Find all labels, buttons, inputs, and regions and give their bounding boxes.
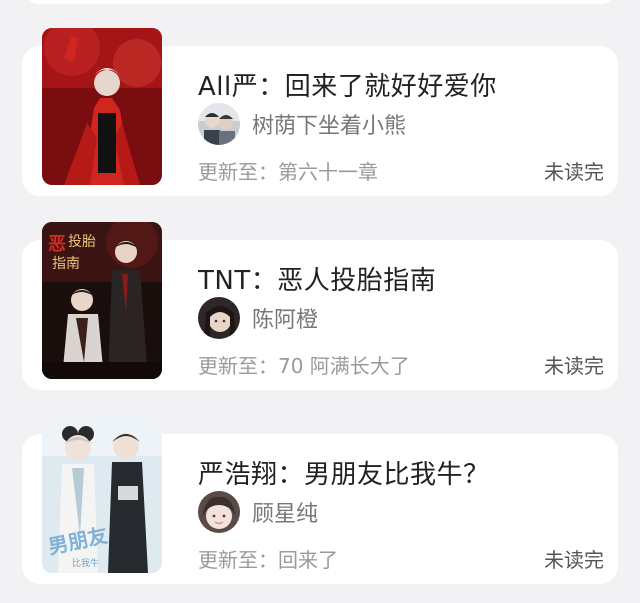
latest-chapter: 更新至：回来了 bbox=[198, 548, 338, 572]
previous-card-edge bbox=[22, 0, 618, 4]
svg-text:投胎: 投胎 bbox=[68, 234, 96, 250]
read-status: 未读完 bbox=[544, 160, 604, 184]
latest-chapter: 更新至：70 阿满长大了 bbox=[198, 354, 410, 378]
book-title[interactable]: All严：回来了就好好爱你 bbox=[198, 66, 497, 103]
book-card[interactable]: 恶 投胎 指南 TNT：恶人投胎指南 陈阿橙 更新至：70 阿满长大了 未读完 bbox=[22, 222, 618, 390]
author-name: 树荫下坐着小熊 bbox=[252, 114, 407, 139]
book-card[interactable]: All严：回来了就好好爱你 树荫下坐着小熊 更新至：第六十一章 未读完 bbox=[22, 28, 618, 196]
read-status: 未读完 bbox=[544, 354, 604, 378]
author-name: 陈阿橙 bbox=[252, 308, 319, 333]
book-title[interactable]: 严浩翔：男朋友比我牛？ bbox=[198, 454, 490, 491]
author-row[interactable]: 顾星纯 bbox=[198, 490, 318, 534]
svg-text:恶: 恶 bbox=[48, 234, 66, 255]
svg-text:指南: 指南 bbox=[52, 256, 80, 272]
book-cover[interactable]: 恶 投胎 指南 bbox=[42, 222, 162, 379]
book-card[interactable]: 男朋友 比我牛 严浩翔：男朋友比我牛？ 顾星纯 更新至：回来了 未读完 bbox=[22, 416, 618, 584]
book-cover[interactable]: 男朋友 比我牛 bbox=[42, 416, 162, 573]
latest-chapter: 更新至：第六十一章 bbox=[198, 160, 378, 184]
author-row[interactable]: 树荫下坐着小熊 bbox=[198, 102, 406, 146]
author-name: 顾星纯 bbox=[252, 502, 319, 527]
svg-text:比我牛: 比我牛 bbox=[72, 557, 99, 569]
book-cover[interactable] bbox=[42, 28, 162, 185]
author-avatar bbox=[198, 103, 240, 145]
author-row[interactable]: 陈阿橙 bbox=[198, 296, 318, 340]
author-avatar bbox=[198, 491, 240, 533]
read-status: 未读完 bbox=[544, 548, 604, 572]
author-avatar bbox=[198, 297, 240, 339]
book-title[interactable]: TNT：恶人投胎指南 bbox=[198, 260, 436, 297]
